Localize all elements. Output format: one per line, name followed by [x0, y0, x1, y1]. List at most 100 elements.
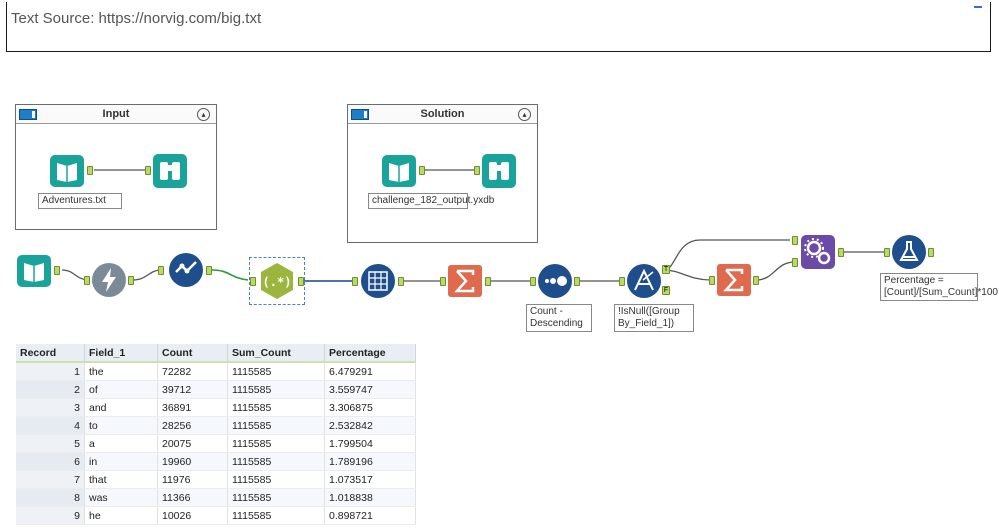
input-anchor[interactable] [709, 276, 715, 285]
input-data-tool[interactable] [16, 254, 52, 288]
browse-tool[interactable] [481, 153, 517, 189]
gears-icon [801, 235, 835, 269]
column-header-record[interactable]: Record [16, 344, 85, 363]
percentage-cell: 3.306875 [324, 398, 416, 417]
table-row[interactable]: 5 a 20075 1115585 1.799504 [16, 434, 416, 453]
table-row[interactable]: 4 to 28256 1115585 2.532842 [16, 416, 416, 435]
sigma-icon [717, 264, 751, 296]
column-header-sum-count[interactable]: Sum_Count [227, 344, 325, 363]
output-anchor[interactable] [206, 266, 212, 275]
input-anchor[interactable] [145, 166, 151, 175]
percentage-cell: 0.898721 [324, 506, 416, 525]
field-1-cell: he [84, 506, 158, 525]
formula-tool[interactable] [891, 234, 927, 270]
join-multiple-tool[interactable] [800, 234, 836, 270]
input-data-tool[interactable] [48, 153, 86, 189]
lightning-icon [92, 263, 126, 297]
percentage-cell: 3.559747 [324, 380, 416, 399]
input-anchor[interactable] [250, 277, 256, 286]
table-row[interactable]: 6 in 19960 1115585 1.789196 [16, 452, 416, 471]
sum-count-cell: 1115585 [227, 362, 325, 381]
count-cell: 28256 [157, 416, 228, 435]
table-row[interactable]: 7 that 11976 1115585 1.073517 [16, 470, 416, 489]
results-table[interactable]: Record Field_1 Count Sum_Count Percentag… [16, 344, 416, 525]
filter-false-anchor[interactable]: F [662, 286, 670, 295]
percentage-cell: 6.479291 [324, 362, 416, 381]
filter-tool[interactable] [626, 263, 662, 299]
count-cell: 10026 [157, 506, 228, 525]
field-1-cell: and [84, 398, 158, 417]
input-data-tool[interactable] [380, 153, 418, 189]
svg-text:(.*): (.*) [263, 275, 292, 289]
record-cell: 2 [16, 380, 85, 399]
count-cell: 11366 [157, 488, 228, 507]
sum-count-cell: 1115585 [227, 380, 325, 399]
output-anchor[interactable] [87, 166, 93, 175]
column-header-percentage[interactable]: Percentage [324, 344, 416, 363]
output-anchor[interactable] [838, 248, 844, 257]
input-anchor[interactable] [440, 277, 446, 286]
table-row[interactable]: 8 was 11366 1115585 1.018838 [16, 488, 416, 507]
percentage-cell: 1.018838 [324, 488, 416, 507]
count-cell: 11976 [157, 470, 228, 489]
input-anchor[interactable] [530, 277, 536, 286]
cross-tab-tool[interactable] [360, 263, 396, 299]
connection-filter-summarize [663, 269, 711, 281]
table-row[interactable]: 3 and 36891 1115585 3.306875 [16, 398, 416, 417]
summarize-tool[interactable] [716, 263, 752, 297]
field-1-cell: the [84, 362, 158, 381]
sort-tool[interactable] [537, 263, 573, 299]
regex-tool[interactable]: (.*) [249, 257, 305, 305]
input-anchor[interactable] [474, 166, 480, 175]
output-anchor[interactable] [128, 276, 134, 285]
record-cell: 5 [16, 434, 85, 453]
connection-prep-regex [211, 269, 249, 281]
sum-count-cell: 1115585 [227, 488, 325, 507]
output-anchor[interactable] [485, 277, 491, 286]
count-cell: 20075 [157, 434, 228, 453]
binoculars-icon [482, 154, 516, 188]
column-header-field-1[interactable]: Field_1 [84, 344, 158, 363]
record-cell: 6 [16, 452, 85, 471]
input-anchor[interactable] [884, 248, 890, 257]
filter-tool-label: !IsNull([Group By_Field_1]) [614, 304, 694, 332]
output-anchor[interactable] [298, 277, 304, 286]
input-anchor[interactable] [158, 266, 164, 275]
join-left-anchor[interactable] [792, 236, 798, 245]
output-anchor[interactable] [928, 248, 934, 257]
input-anchor[interactable] [84, 276, 90, 285]
sum-count-cell: 1115585 [227, 506, 325, 525]
input-anchor[interactable] [619, 277, 625, 286]
connection-summarize-join-right [755, 261, 796, 281]
data-cleansing-tool[interactable] [168, 252, 204, 288]
join-right-anchor[interactable] [792, 258, 798, 267]
regex-icon: (.*) [261, 263, 293, 299]
sum-count-cell: 1115585 [227, 416, 325, 435]
table-row[interactable]: 9 he 10026 1115585 0.898721 [16, 506, 416, 525]
browse-tool[interactable] [152, 153, 188, 189]
record-cell: 9 [16, 506, 85, 525]
field-1-cell: that [84, 470, 158, 489]
output-anchor[interactable] [753, 276, 759, 285]
flask-icon [892, 235, 926, 269]
count-cell: 72282 [157, 362, 228, 381]
input-anchor[interactable] [352, 277, 358, 286]
column-header-count[interactable]: Count [157, 344, 228, 363]
output-anchor[interactable] [419, 166, 425, 175]
table-header-row: Record Field_1 Count Sum_Count Percentag… [16, 344, 416, 363]
table-row[interactable]: 2 of 39712 1115585 3.559747 [16, 380, 416, 399]
record-cell: 8 [16, 488, 85, 507]
count-cell: 39712 [157, 380, 228, 399]
text-to-columns-tool[interactable] [91, 262, 127, 298]
output-anchor[interactable] [398, 277, 404, 286]
output-anchor[interactable] [54, 266, 60, 275]
sort-dots-icon [538, 264, 572, 298]
record-cell: 4 [16, 416, 85, 435]
sum-count-cell: 1115585 [227, 434, 325, 453]
filter-true-anchor[interactable]: T [662, 265, 670, 274]
output-anchor[interactable] [574, 277, 580, 286]
binoculars-icon [153, 154, 187, 188]
summarize-tool[interactable] [447, 264, 483, 298]
filter-icon [627, 264, 661, 298]
table-row[interactable]: 1 the 72282 1115585 6.479291 [16, 362, 416, 381]
